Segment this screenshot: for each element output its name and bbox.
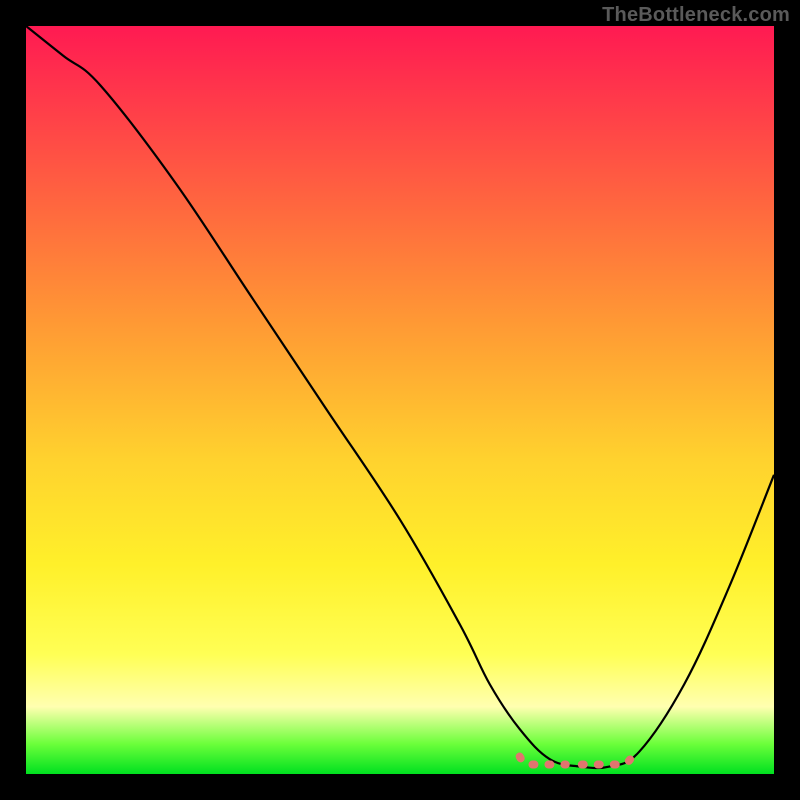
bottleneck-curve (26, 26, 774, 768)
chart-frame: TheBottleneck.com (0, 0, 800, 800)
optimal-range-marker (520, 757, 632, 765)
curve-layer (26, 26, 774, 774)
plot-area (26, 26, 774, 774)
attribution-text: TheBottleneck.com (602, 4, 790, 27)
